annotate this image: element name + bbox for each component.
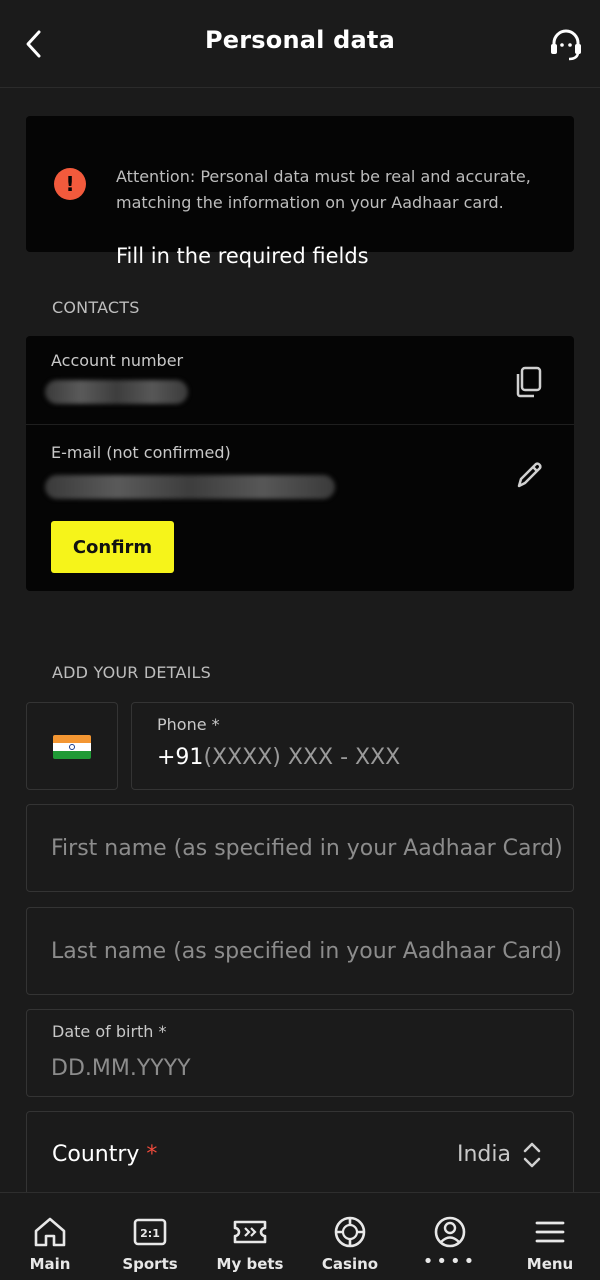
alert-title: Fill in the required fields (116, 244, 369, 268)
country-select[interactable]: Country * India (26, 1111, 574, 1201)
nav-main[interactable]: Main (0, 1193, 100, 1280)
svg-text:2:1: 2:1 (140, 1227, 160, 1240)
nav-menu[interactable]: Menu (500, 1193, 600, 1280)
page-title: Personal data (205, 26, 395, 54)
copy-account-button[interactable] (512, 364, 546, 400)
required-fields-alert: ! Fill in the required fields Attention:… (26, 116, 574, 268)
nav-casino-label: Casino (321, 1255, 379, 1273)
contacts-card: Account number E-mail (not confirmed) Co… (26, 336, 574, 591)
phone-mask: (XXXX) XXX - XXX (203, 745, 401, 770)
contacts-divider (26, 424, 574, 425)
country-code-selector[interactable] (26, 702, 118, 790)
copy-icon (516, 366, 542, 398)
phone-label: Phone * (157, 715, 220, 734)
details-section-label: ADD YOUR DETAILS (52, 663, 211, 682)
headset-icon (551, 29, 581, 61)
phone-input[interactable]: +91(XXXX) XXX - XXX (157, 745, 400, 770)
nav-profile-dots: •••• (422, 1251, 478, 1272)
india-flag-icon (53, 735, 91, 759)
nav-main-label: Main (29, 1255, 71, 1273)
email-label: E-mail (not confirmed) (51, 443, 231, 462)
edit-email-button[interactable] (512, 456, 546, 492)
hamburger-icon (535, 1221, 565, 1243)
nav-sports[interactable]: 2:1 Sports (100, 1193, 200, 1280)
nav-sports-label: Sports (122, 1255, 178, 1273)
nav-profile[interactable]: •••• (400, 1193, 500, 1280)
last-name-input[interactable] (51, 908, 573, 994)
date-of-birth-field: Date of birth * (26, 1009, 574, 1097)
pencil-icon (517, 462, 542, 488)
contacts-section-label: CONTACTS (52, 298, 140, 317)
support-button[interactable] (546, 24, 586, 64)
first-name-field (26, 804, 574, 892)
first-name-input[interactable] (51, 805, 573, 891)
required-asterisk: * (146, 1142, 158, 1167)
home-icon (34, 1217, 66, 1247)
alert-text: Attention: Personal data must be real an… (116, 167, 531, 212)
nav-my-bets[interactable]: My bets (200, 1193, 300, 1280)
profile-icon (434, 1216, 466, 1248)
scoreboard-icon: 2:1 (133, 1218, 167, 1246)
warning-icon: ! (54, 168, 86, 200)
nav-my-bets-label: My bets (216, 1255, 284, 1273)
last-name-field (26, 907, 574, 995)
country-label-text: Country (52, 1142, 140, 1167)
phone-country-code: +91 (157, 745, 204, 770)
nav-casino[interactable]: Casino (300, 1193, 400, 1280)
email-value-redacted (45, 475, 335, 499)
account-number-value-redacted (45, 380, 188, 404)
casino-chip-icon (334, 1216, 366, 1248)
top-header: Personal data (0, 0, 600, 88)
country-value: India (457, 1142, 511, 1167)
chevron-up-down-icon (523, 1142, 541, 1168)
dob-input[interactable] (51, 1048, 573, 1088)
country-label: Country * (52, 1142, 157, 1167)
phone-field[interactable]: Phone * +91(XXXX) XXX - XXX (131, 702, 574, 790)
dob-label: Date of birth * (52, 1022, 167, 1041)
bottom-navigation: Main 2:1 Sports My bets Casino •••• Menu (0, 1192, 600, 1280)
ticket-icon (233, 1220, 267, 1244)
confirm-email-button[interactable]: Confirm (51, 521, 174, 573)
nav-menu-label: Menu (526, 1255, 574, 1273)
account-number-label: Account number (51, 351, 184, 370)
